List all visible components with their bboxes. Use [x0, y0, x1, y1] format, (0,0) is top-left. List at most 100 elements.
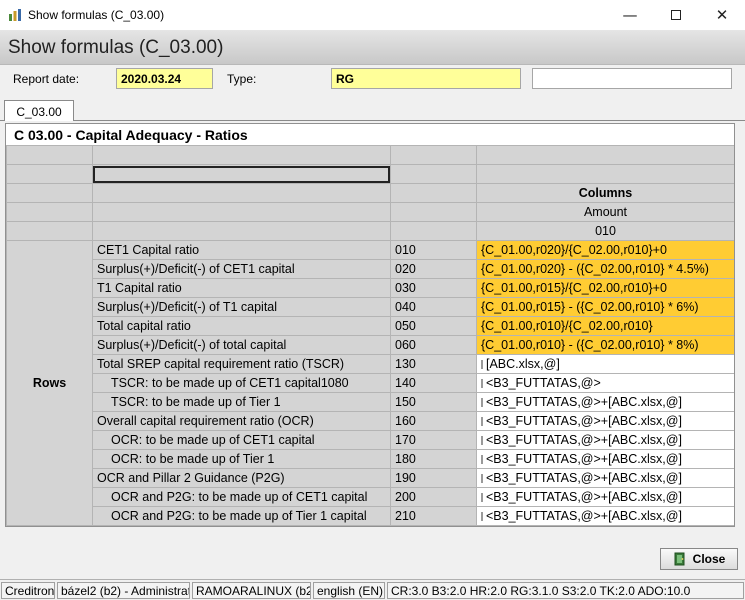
row-label: Overall capital requirement ratio (OCR): [92, 411, 391, 431]
grid-cell: [390, 221, 477, 241]
cell-marker-icon: [481, 360, 483, 370]
formula-sheet: C 03.00 - Capital Adequacy - Ratios Colu…: [5, 123, 735, 527]
formula-cell[interactable]: {C_01.00,r010}/{C_02.00,r010}: [476, 316, 734, 336]
row-label: Surplus(+)/Deficit(-) of total capital: [92, 335, 391, 355]
formula-cell[interactable]: <B3_FUTTATAS,@>+[ABC.xlsx,@]: [476, 449, 734, 469]
row-label: OCR and P2G: to be made up of CET1 capit…: [92, 487, 391, 507]
row-label: Surplus(+)/Deficit(-) of CET1 capital: [92, 259, 391, 279]
formula-cell[interactable]: {C_01.00,r020}/{C_02.00,r010}+0: [476, 240, 734, 260]
table-row: Rows CET1 Capital ratio 010 {C_01.00,r020}/…: [6, 240, 734, 526]
formula-cell[interactable]: [ABC.xlsx,@]: [476, 354, 734, 374]
minimize-button[interactable]: —: [607, 0, 653, 30]
grid-cell: [6, 145, 93, 165]
formula-cell[interactable]: <B3_FUTTATAS,@>+[ABC.xlsx,@]: [476, 468, 734, 488]
row-code: 150: [390, 392, 477, 412]
table-row: TSCR: to be made up of CET1 capital1080 1…: [7, 373, 734, 393]
formula-text: <B3_FUTTATAS,@>+[ABC.xlsx,@]: [486, 471, 682, 485]
table-row: Total capital ratio 050 {C_01.00,r010}/{C_…: [7, 316, 734, 336]
formula-text: {C_01.00,r015} - ({C_02.00,r010} * 6%): [481, 300, 699, 314]
formula-text: <B3_FUTTATAS,@>+[ABC.xlsx,@]: [486, 414, 682, 428]
type-field[interactable]: RG: [331, 68, 521, 89]
formula-text: <B3_FUTTATAS,@>+[ABC.xlsx,@]: [486, 433, 682, 447]
column-code: 010: [476, 221, 734, 241]
grid-cell: [6, 183, 93, 203]
formula-text: <B3_FUTTATAS,@>+[ABC.xlsx,@]: [486, 509, 682, 523]
row-code: 040: [390, 297, 477, 317]
table-row: OCR and P2G: to be made up of Tier 1 cap…: [7, 506, 734, 526]
table-row: Overall capital requirement ratio (OCR) 1…: [7, 411, 734, 431]
cell-marker-icon: [481, 474, 483, 484]
formula-text: <B3_FUTTATAS,@>+[ABC.xlsx,@]: [486, 452, 682, 466]
row-label: Surplus(+)/Deficit(-) of T1 capital: [92, 297, 391, 317]
header-row-amount: Amount: [6, 202, 734, 222]
selected-cell[interactable]: [93, 165, 390, 183]
grid-cell[interactable]: [92, 164, 391, 184]
grid-cell: [92, 145, 391, 165]
maximize-button[interactable]: [653, 0, 699, 30]
type-label: Type:: [227, 72, 257, 86]
grid-cell: [92, 183, 391, 203]
status-app: Creditron: [1, 582, 55, 599]
maximize-icon: [671, 10, 681, 20]
formula-cell[interactable]: <B3_FUTTATAS,@>+[ABC.xlsx,@]: [476, 430, 734, 450]
formula-table: Columns Amount 010 Rows CET1 Capital rati…: [6, 145, 734, 526]
grid-cell: [92, 221, 391, 241]
grid-cell: [6, 221, 93, 241]
cell-marker-icon: [481, 455, 483, 465]
dialog-title: Show formulas (C_03.00): [8, 37, 224, 58]
formula-text: {C_01.00,r020} - ({C_02.00,r010} * 4.5%): [481, 262, 709, 276]
sheet-title: C 03.00 - Capital Adequacy - Ratios: [6, 124, 734, 146]
row-label: Total SREP capital requirement ratio (TS…: [92, 354, 391, 374]
cell-marker-icon: [481, 379, 483, 389]
formula-cell[interactable]: {C_01.00,r015}/{C_02.00,r010}+0: [476, 278, 734, 298]
grid-cell: [476, 145, 734, 165]
close-button-label: Close: [692, 552, 726, 566]
grid-cell: [6, 202, 93, 222]
close-door-icon: [674, 552, 685, 566]
row-label: OCR: to be made up of Tier 1: [92, 449, 391, 469]
report-date-field[interactable]: 2020.03.24: [116, 68, 213, 89]
header-row-code: 010: [6, 221, 734, 241]
amount-header: Amount: [476, 202, 734, 222]
close-window-button[interactable]: ✕: [699, 0, 745, 30]
formula-cell[interactable]: <B3_FUTTATAS,@>+[ABC.xlsx,@]: [476, 506, 734, 526]
cell-marker-icon: [481, 436, 483, 446]
row-code: 020: [390, 259, 477, 279]
formula-text: <B3_FUTTATAS,@>: [486, 376, 601, 390]
header-row-blank: [6, 145, 734, 165]
table-row: OCR: to be made up of CET1 capital 170 <B3…: [7, 430, 734, 450]
row-label: OCR and P2G: to be made up of Tier 1 cap…: [92, 506, 391, 526]
row-label: OCR: to be made up of CET1 capital: [92, 430, 391, 450]
table-row: Surplus(+)/Deficit(-) of T1 capital 040 {C…: [7, 297, 734, 317]
formula-cell[interactable]: {C_01.00,r015} - ({C_02.00,r010} * 6%): [476, 297, 734, 317]
row-code: 180: [390, 449, 477, 469]
formula-cell[interactable]: {C_01.00,r020} - ({C_02.00,r010} * 4.5%): [476, 259, 734, 279]
close-button[interactable]: Close: [660, 548, 738, 570]
formula-cell[interactable]: <B3_FUTTATAS,@>: [476, 373, 734, 393]
cell-marker-icon: [481, 512, 483, 522]
row-code: 060: [390, 335, 477, 355]
formula-text: <B3_FUTTATAS,@>+[ABC.xlsx,@]: [486, 490, 682, 504]
grid-cell: [6, 164, 93, 184]
row-code: 200: [390, 487, 477, 507]
status-database: bázel2 (b2) - Administrat: [57, 582, 190, 599]
grid-cell: [92, 202, 391, 222]
cell-marker-icon: [481, 493, 483, 503]
formula-text: <B3_FUTTATAS,@>+[ABC.xlsx,@]: [486, 395, 682, 409]
extra-field[interactable]: [532, 68, 732, 89]
status-language: english (EN): [313, 582, 385, 599]
formula-cell[interactable]: <B3_FUTTATAS,@>+[ABC.xlsx,@]: [476, 411, 734, 431]
status-server: RAMOARALINUX (b2): [192, 582, 311, 599]
formula-cell[interactable]: <B3_FUTTATAS,@>+[ABC.xlsx,@]: [476, 487, 734, 507]
table-row: T1 Capital ratio 030 {C_01.00,r015}/{C_02.…: [7, 278, 734, 298]
formula-cell[interactable]: <B3_FUTTATAS,@>+[ABC.xlsx,@]: [476, 392, 734, 412]
table-row: OCR: to be made up of Tier 1 180 <B3_FUTTA…: [7, 449, 734, 469]
rows-header: Rows: [6, 240, 93, 526]
table-row: Surplus(+)/Deficit(-) of CET1 capital 020…: [7, 259, 734, 279]
formula-text: [ABC.xlsx,@]: [486, 357, 560, 371]
grid-cell: [476, 164, 734, 184]
row-label: TSCR: to be made up of CET1 capital1080: [92, 373, 391, 393]
tab-c-03-00[interactable]: C_03.00: [4, 100, 74, 121]
formula-cell[interactable]: {C_01.00,r010} - ({C_02.00,r010} * 8%): [476, 335, 734, 355]
table-row: OCR and Pillar 2 Guidance (P2G) 190 <B3_FU…: [7, 468, 734, 488]
